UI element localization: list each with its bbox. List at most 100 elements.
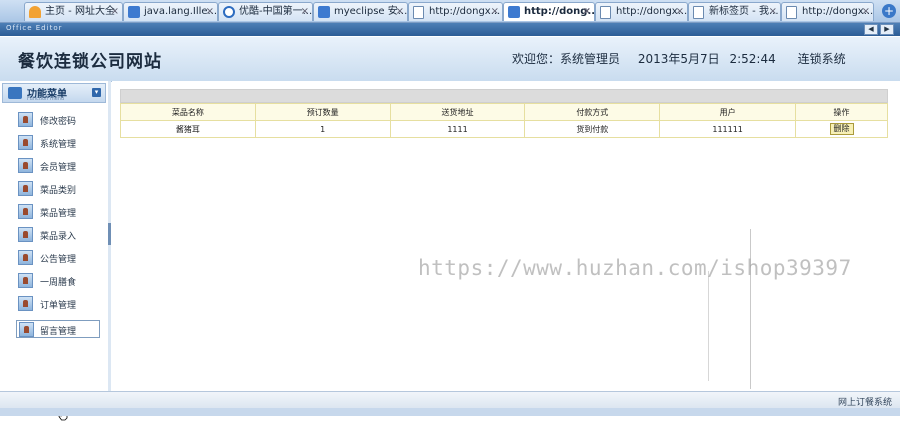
table-header-row: 菜品名称 预订数量 送货地址 付款方式 用户 操作 xyxy=(120,103,888,121)
close-icon[interactable]: × xyxy=(396,5,404,19)
sidebar-item-label: 会员管理 xyxy=(40,163,77,173)
next-button[interactable]: ▶ xyxy=(880,24,894,35)
app-top-bar-title: Office Editor xyxy=(6,24,63,32)
browser-tab-strip: 主页 - 网址大全 × java.lang.Ille... × 优酷-中国第一.… xyxy=(0,0,900,23)
app-top-bar: Office Editor ◀ ▶ xyxy=(0,23,900,36)
close-icon[interactable]: × xyxy=(676,5,684,19)
watermark: https://www.huzhan.com/ishop39397 xyxy=(418,256,852,280)
sidebar-item-label: 菜品管理 xyxy=(40,209,77,219)
divider xyxy=(750,229,751,389)
user-icon xyxy=(18,227,33,242)
cell-action: 删除 xyxy=(795,120,888,138)
header-date: 2013年5月7日 xyxy=(637,52,720,66)
browser-tab[interactable]: http://dongx... × xyxy=(595,2,688,21)
close-icon[interactable]: × xyxy=(491,5,499,19)
sidebar-item-label: 菜品类别 xyxy=(40,186,77,196)
sidebar-item-dish-entry[interactable]: 菜品录入 xyxy=(18,227,102,244)
browser-tab[interactable]: 优酷-中国第一... × xyxy=(218,2,313,21)
menu-icon xyxy=(8,87,22,99)
cell-address: 1111 xyxy=(389,120,526,138)
user-icon xyxy=(18,296,33,311)
tab-label: http://dongx... xyxy=(429,6,501,17)
sidebar-item-system[interactable]: 系统管理 xyxy=(18,135,102,152)
home-icon xyxy=(29,6,41,18)
column-header: 菜品名称 xyxy=(120,103,256,121)
sidebar-item-label: 修改密码 xyxy=(40,117,77,127)
browser-tab[interactable]: http://dongx... × xyxy=(781,2,874,21)
header-time: 2:52:44 xyxy=(729,52,776,66)
close-icon[interactable]: × xyxy=(111,5,119,19)
sidebar-item-announcements[interactable]: 公告管理 xyxy=(18,250,102,267)
sidebar-item-members[interactable]: 会员管理 xyxy=(18,158,102,175)
user-icon xyxy=(18,250,33,265)
orders-table: 菜品名称 预订数量 送货地址 付款方式 用户 操作 酱猪耳 1 1111 货到付… xyxy=(120,103,888,138)
sidebar: 功能菜单 Function menu ▾ 修改密码 系统管理 会员管理 菜品类别… xyxy=(0,81,109,421)
browser-tab[interactable]: myeclipse 安... × xyxy=(313,2,408,21)
browser-tab[interactable]: 主页 - 网址大全 × xyxy=(24,2,123,21)
sidebar-item-change-password[interactable]: 修改密码 xyxy=(18,112,102,129)
header-info: 欢迎您：系统管理员 2013年5月7日 2:52:44 连锁系统 xyxy=(512,50,860,67)
close-icon[interactable]: × xyxy=(206,5,214,19)
sidebar-splitter[interactable] xyxy=(108,81,111,391)
sidebar-item-label: 公告管理 xyxy=(40,255,77,265)
welcome-text: 欢迎您：系统管理员 xyxy=(512,52,621,66)
user-icon xyxy=(18,181,33,196)
close-icon[interactable]: × xyxy=(862,5,870,19)
site-title: 餐饮连锁公司网站 xyxy=(18,52,162,72)
tab-label: 主页 - 网址大全 xyxy=(45,6,115,17)
sidebar-item-label: 订单管理 xyxy=(40,301,77,311)
close-icon[interactable]: × xyxy=(301,5,309,19)
sidebar-item-weekly-meals[interactable]: 一周膳食 xyxy=(18,273,102,290)
user-icon xyxy=(18,112,33,127)
sidebar-item-dishes[interactable]: 菜品管理 xyxy=(18,204,102,221)
user-icon xyxy=(19,322,34,337)
user-icon xyxy=(18,204,33,219)
bottom-bar xyxy=(0,408,900,416)
sidebar-subtitle: Function menu xyxy=(27,96,65,102)
status-text: 网上订餐系统 xyxy=(837,398,892,408)
close-icon[interactable]: × xyxy=(769,5,777,19)
sidebar-item-label: 一周膳食 xyxy=(40,278,77,288)
table-row: 酱猪耳 1 1111 货到付款 111111 删除 xyxy=(120,120,888,138)
browser-tab[interactable]: java.lang.Ille... × xyxy=(123,2,218,21)
doc-icon xyxy=(693,6,704,19)
new-tab-button[interactable]: + xyxy=(882,4,896,18)
sidebar-item-label: 留言管理 xyxy=(40,327,77,337)
cell-quantity: 1 xyxy=(254,120,391,138)
cell-payment: 货到付款 xyxy=(524,120,661,138)
user-icon xyxy=(18,273,33,288)
splitter-grip[interactable] xyxy=(108,223,111,245)
collapse-icon[interactable]: ▾ xyxy=(92,88,101,97)
doc-icon xyxy=(786,6,797,19)
close-icon[interactable]: × xyxy=(583,5,591,19)
sidebar-item-dish-category[interactable]: 菜品类别 xyxy=(18,181,102,198)
prev-button[interactable]: ◀ xyxy=(864,24,878,35)
user-icon xyxy=(18,158,33,173)
sidebar-header: 功能菜单 Function menu ▾ xyxy=(2,83,106,103)
sidebar-item-messages[interactable]: 留言管理 xyxy=(16,320,100,338)
browser-tab-active[interactable]: http://dong... × xyxy=(503,2,595,21)
user-icon xyxy=(18,135,33,150)
divider xyxy=(708,271,709,381)
column-header: 操作 xyxy=(795,103,888,121)
cell-user: 111111 xyxy=(659,120,797,138)
delete-button[interactable]: 删除 xyxy=(829,123,854,135)
status-bar: 网上订餐系统 xyxy=(0,391,900,409)
system-name: 连锁系统 xyxy=(797,52,846,66)
sidebar-item-label: 菜品录入 xyxy=(40,232,77,242)
table-toolbar xyxy=(120,89,888,103)
sidebar-item-orders[interactable]: 订单管理 xyxy=(18,296,102,313)
browser-tab[interactable]: 新标签页 - 我... × xyxy=(688,2,781,21)
sidebar-item-label: 系统管理 xyxy=(40,140,77,150)
cell-dish-name: 酱猪耳 xyxy=(120,120,256,138)
doc-icon xyxy=(600,6,611,19)
page-icon xyxy=(128,6,140,18)
browser-tab[interactable]: http://dongx... × xyxy=(408,2,503,21)
doc-icon xyxy=(413,6,424,19)
site-header: 餐饮连锁公司网站 欢迎您：系统管理员 2013年5月7日 2:52:44 连锁系… xyxy=(0,37,900,82)
column-header: 预订数量 xyxy=(254,103,391,121)
page-icon xyxy=(318,6,330,18)
column-header: 送货地址 xyxy=(389,103,526,121)
play-icon xyxy=(223,6,235,18)
column-header: 用户 xyxy=(659,103,797,121)
